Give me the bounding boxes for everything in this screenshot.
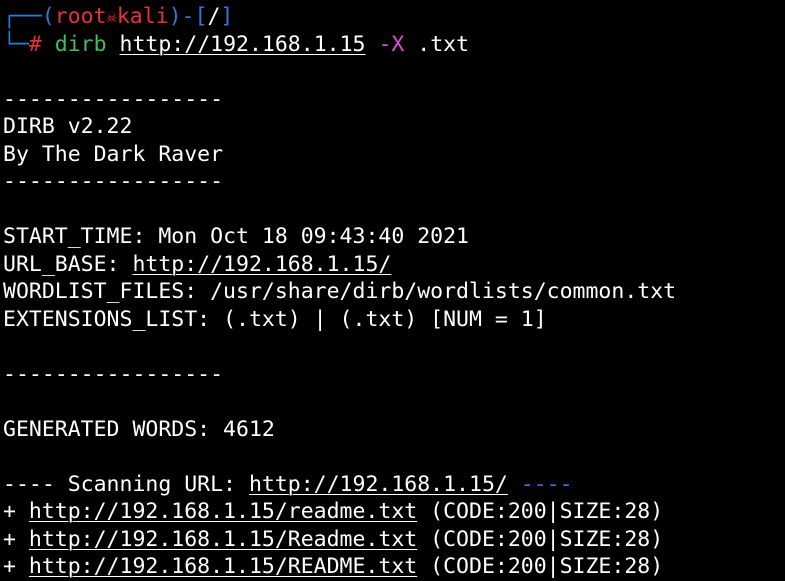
generated-words-line: GENERATED WORDS: 4612 [3,416,275,442]
start-time-value: Mon Oct 18 09:43:40 2021 [158,224,470,249]
start-time-line: START_TIME: Mon Oct 18 09:43:40 2021 [3,223,785,251]
separator: ----------------- [3,169,224,194]
result-row: + http://192.168.1.15/README.txt (CODE:2… [3,553,785,581]
banner-author: By The Dark Raver [3,141,224,167]
command-url-arg[interactable]: http://192.168.1.15 [120,32,366,57]
prompt-host: kali [116,4,169,29]
skull-icon: ☠ [106,7,117,27]
url-base-link[interactable]: http://192.168.1.15/ [132,252,391,277]
prompt-box-bottom: └─ [3,31,29,57]
command-flag: -X [378,31,405,57]
prompt-hash: # [28,31,42,57]
result-plus: + [3,526,29,552]
prompt-path: / [207,4,221,29]
prompt-box-top: ┌──( [3,4,55,29]
result-url-link[interactable]: http://192.168.1.15/Readme.txt [29,527,417,552]
wordlist-value: /usr/share/dirb/wordlists/common.txt [210,279,677,304]
result-info: (CODE:200|SIZE:28) [417,526,664,552]
result-url-link[interactable]: http://192.168.1.15/readme.txt [29,499,417,524]
prompt-path-close: ] [220,4,234,29]
url-base-label: URL_BASE: [3,251,133,277]
result-plus: + [3,554,29,579]
result-info: (CODE:200|SIZE:28) [417,499,664,524]
prompt-line-1: ┌──(root☠kali)-[/] [3,3,785,31]
scanning-prefix: ---- Scanning URL: [3,471,249,497]
terminal-window[interactable]: ┌──(root☠kali)-[/] └─# dirb http://192.1… [3,3,785,579]
extensions-label: EXTENSIONS_LIST: [3,306,224,332]
result-info: (CODE:200|SIZE:28) [417,554,664,579]
scanning-url-link[interactable]: http://192.168.1.15/ [249,472,508,497]
separator: ----------------- [3,361,224,387]
command-line: └─# dirb http://192.168.1.15 -X .txt [3,31,785,59]
scanning-line: ---- Scanning URL: http://192.168.1.15/ … [3,471,785,499]
command-ext-arg: .txt [417,31,470,57]
result-row: + http://192.168.1.15/readme.txt (CODE:2… [3,498,785,526]
banner-name: DIRB v2.22 [3,114,133,139]
prompt-user: root [54,4,107,29]
start-time-label: START_TIME: [3,224,159,249]
wordlist-line: WORDLIST_FILES: /usr/share/dirb/wordlist… [3,278,785,306]
extensions-line: EXTENSIONS_LIST: (.txt) | (.txt) [NUM = … [3,306,785,334]
scanning-suffix: ---- [520,471,573,497]
command-name: dirb [54,31,107,57]
url-base-line: URL_BASE: http://192.168.1.15/ [3,251,785,279]
wordlist-label: WORDLIST_FILES: [3,279,211,304]
result-row: + http://192.168.1.15/Readme.txt (CODE:2… [3,526,785,554]
result-plus: + [3,499,29,524]
result-url-link[interactable]: http://192.168.1.15/README.txt [29,554,417,579]
prompt-path-open: )-[ [168,4,208,29]
extensions-value: (.txt) | (.txt) [NUM = 1] [223,306,547,332]
separator: ----------------- [3,86,224,112]
